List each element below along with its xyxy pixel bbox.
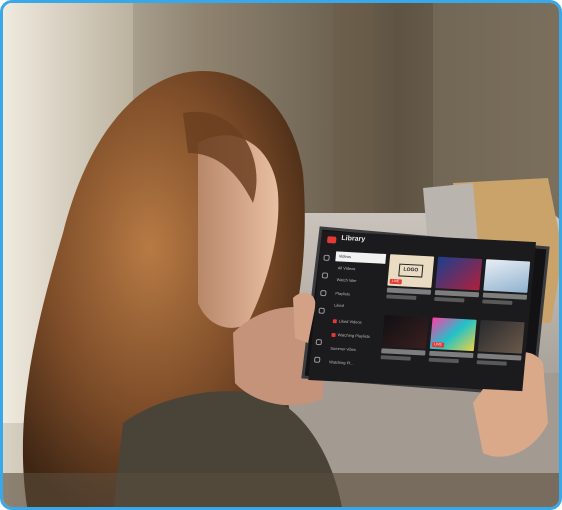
video-thumbnail[interactable]: LIVE: [429, 317, 477, 352]
video-grid: LOGO LIVE LIVE: [379, 254, 533, 389]
red-dot-icon: [332, 319, 337, 324]
video-thumbnail[interactable]: [483, 259, 531, 293]
video-title-line: [477, 353, 522, 361]
app-logo-icon[interactable]: [326, 236, 337, 244]
sidebar-item[interactable]: Watching Pl...: [326, 357, 377, 369]
video-card[interactable]: LOGO LIVE: [385, 254, 435, 313]
video-title-line: [386, 287, 432, 295]
explore-icon[interactable]: [321, 272, 329, 279]
video-meta-line: [434, 296, 465, 303]
video-card[interactable]: [481, 259, 531, 318]
sidebar-item[interactable]: All Videos: [334, 263, 385, 275]
app-title: Library: [341, 234, 366, 244]
library-icon[interactable]: [318, 307, 325, 314]
live-badge: LIVE: [431, 342, 444, 348]
video-card[interactable]: LIVE: [427, 317, 477, 376]
sidebar-item[interactable]: Summer vibes: [327, 344, 378, 356]
video-meta-line: [380, 355, 411, 361]
video-meta-line: [428, 357, 459, 364]
sidebar-item[interactable]: Liked: [331, 300, 382, 312]
sidebar-item[interactable]: Playlists: [332, 289, 383, 301]
video-meta-line: [386, 294, 417, 300]
sidebar-item[interactable]: Videos: [335, 251, 387, 264]
library-sidebar: Videos All Videos Watch later Playlists …: [324, 251, 388, 383]
history-icon[interactable]: [315, 339, 323, 346]
video-meta-line: [482, 299, 513, 305]
video-meta-line: [476, 360, 507, 366]
video-thumbnail[interactable]: [477, 319, 525, 354]
live-badge: LIVE: [389, 278, 402, 285]
home-icon[interactable]: [323, 254, 330, 261]
settings-icon[interactable]: [313, 356, 321, 363]
subscriptions-icon[interactable]: [320, 290, 327, 297]
thumbnail-logo-text: LOGO: [398, 263, 424, 278]
sidebar-item[interactable]: Watch later: [333, 275, 384, 287]
video-title-line: [381, 348, 426, 356]
video-card[interactable]: [379, 315, 429, 374]
video-thumbnail[interactable]: [435, 256, 483, 291]
video-card[interactable]: [475, 319, 525, 379]
video-thumbnail[interactable]: [381, 315, 429, 349]
red-dot-icon: [331, 332, 336, 337]
video-card[interactable]: [433, 256, 483, 316]
video-title-line: [429, 350, 474, 359]
video-title-line: [434, 290, 480, 298]
video-title-line: [482, 292, 528, 300]
video-thumbnail[interactable]: LOGO LIVE: [387, 254, 435, 288]
tablet-screen: Library Videos All Videos Watch later Pl…: [308, 231, 536, 392]
sidebar-item[interactable]: Watching Playlists: [328, 330, 379, 342]
sidebar-item[interactable]: Liked Videos: [329, 316, 380, 328]
